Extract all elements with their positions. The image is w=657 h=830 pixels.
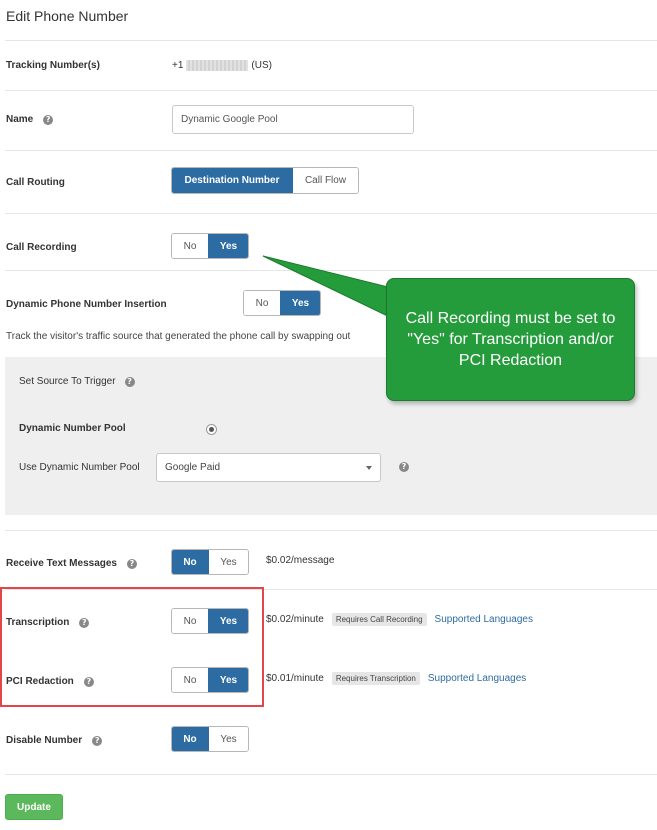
callout-pointer [262, 255, 401, 323]
callout-bubble: Call Recording must be set to "Yes" for … [386, 278, 635, 401]
